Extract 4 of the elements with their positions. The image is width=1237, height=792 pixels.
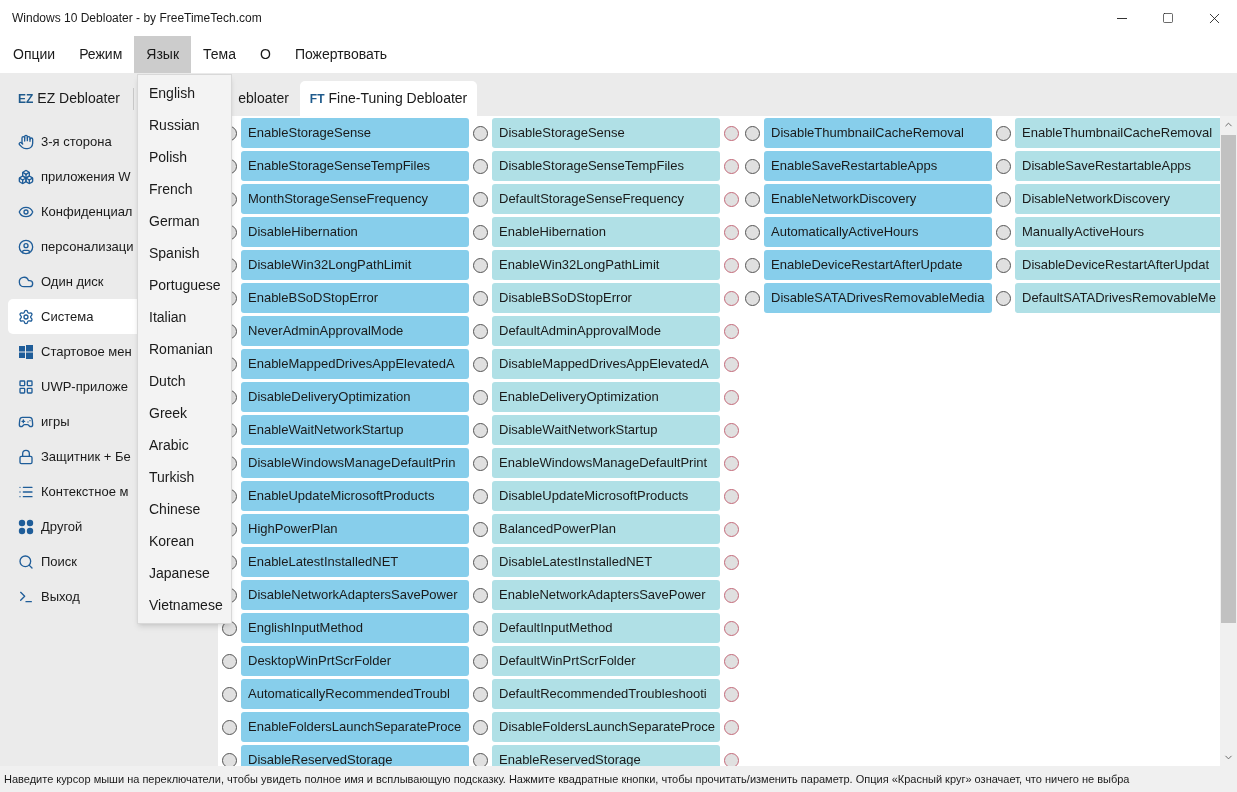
- tab-code-label: FT: [309, 90, 325, 108]
- window-title: Windows 10 Debloater - by FreeTimeTech.com: [11, 10, 263, 27]
- tab-code-label: EZ: [18, 90, 34, 108]
- status-bar: Наведите курсор мыши на переключатели, чтобы увидеть полное имя и всплывающую подсказку. Нажмите квадратные кнопки, чтобы прочитать/изменить параметр. Опция «Красный круг» означает, что ничего не выбра: [0, 766, 1237, 792]
